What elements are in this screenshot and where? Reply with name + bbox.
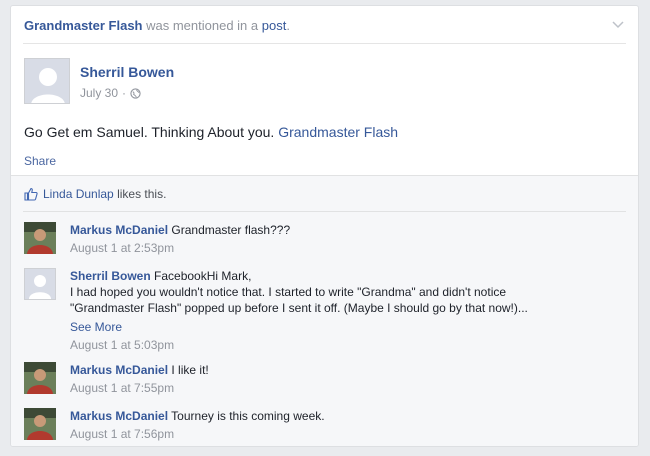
liker-link[interactable]: Linda Dunlap [43, 187, 114, 201]
comment-text-line: FacebookHi Mark, [154, 269, 252, 283]
meta-separator: · [122, 86, 127, 100]
comment-timestamp[interactable]: August 1 at 7:56pm [70, 426, 325, 442]
share-link[interactable]: Share [24, 154, 56, 168]
comment-text: I like it! [171, 363, 209, 377]
comment-text: Tourney is this coming week. [171, 409, 325, 423]
see-more-link[interactable]: See More [70, 319, 528, 335]
commenter-link[interactable]: Markus McDaniel [70, 409, 168, 423]
chevron-down-icon[interactable] [610, 16, 626, 32]
comments-section: Linda Dunlap likes this. Markus McDaniel… [11, 175, 638, 446]
divider [23, 211, 626, 212]
post-meta: July 30 · [80, 86, 141, 100]
post-date[interactable]: July 30 [80, 86, 118, 100]
comment-text-line: I had hoped you wouldn't notice that. I … [70, 285, 507, 299]
comment-timestamp[interactable]: August 1 at 7:55pm [70, 380, 209, 396]
post-link[interactable]: post [262, 18, 287, 33]
story-card: Grandmaster Flash was mentioned in a pos… [10, 5, 639, 447]
comment-timestamp[interactable]: August 1 at 5:03pm [70, 337, 528, 353]
commenter-link[interactable]: Sherril Bowen [70, 269, 151, 283]
avatar[interactable] [24, 58, 70, 104]
commenter-link[interactable]: Markus McDaniel [70, 363, 168, 377]
post-text: Go Get em Samuel. Thinking About you. Gr… [24, 124, 399, 140]
comment-timestamp[interactable]: August 1 at 2:53pm [70, 240, 290, 256]
globe-icon[interactable] [130, 87, 141, 99]
avatar[interactable] [24, 268, 56, 300]
mentioned-profile-link[interactable]: Grandmaster Flash [24, 18, 143, 33]
avatar[interactable] [24, 408, 56, 440]
avatar[interactable] [24, 362, 56, 394]
commenter-link[interactable]: Markus McDaniel [70, 223, 168, 237]
thumbs-up-icon [24, 187, 38, 201]
comment-text-line: "Grandmaster Flash" popped up before I s… [70, 301, 528, 315]
avatar[interactable] [24, 222, 56, 254]
post-author-link[interactable]: Sherril Bowen [80, 64, 174, 80]
tagged-profile-link[interactable]: Grandmaster Flash [278, 124, 398, 140]
likes-summary: Linda Dunlap likes this. [24, 187, 166, 201]
story-header: Grandmaster Flash was mentioned in a pos… [23, 6, 626, 44]
comment-text: Grandmaster flash??? [171, 223, 291, 237]
mention-line: Grandmaster Flash was mentioned in a pos… [24, 18, 290, 33]
